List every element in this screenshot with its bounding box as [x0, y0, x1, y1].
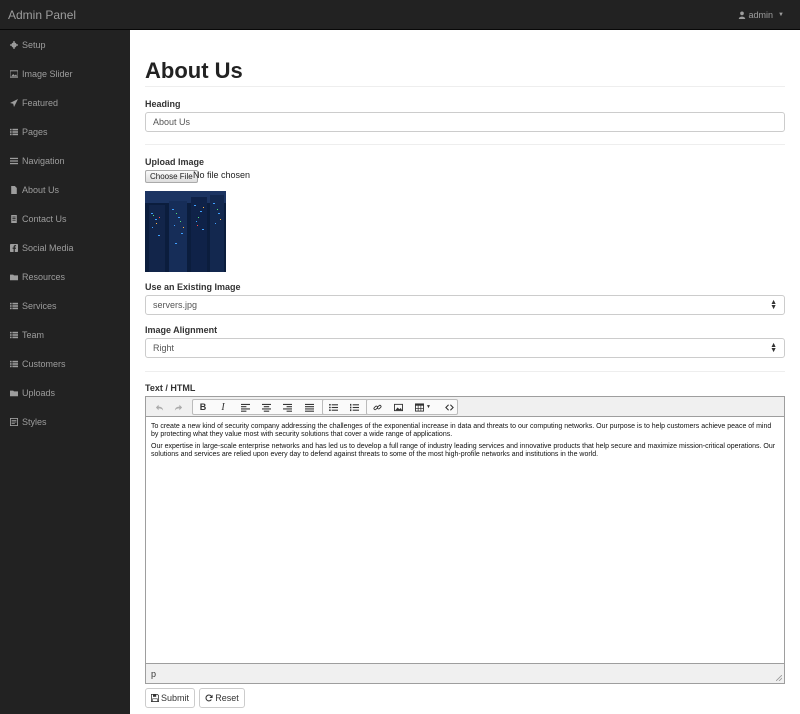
list-icon: [9, 330, 18, 339]
editor-toolbar: B I ▼: [146, 397, 784, 417]
rich-text-editor: B I ▼ To create a new kind of security c…: [145, 396, 785, 684]
existing-image-label: Use an Existing Image: [145, 282, 241, 292]
sidebar-item-contact-us[interactable]: Contact Us: [0, 204, 130, 233]
element-path[interactable]: p: [151, 669, 156, 679]
app-brand[interactable]: Admin Panel: [8, 8, 76, 22]
sidebar-item-about-us[interactable]: About Us: [0, 175, 130, 204]
sidebar-item-label: Team: [22, 329, 45, 340]
sidebar-item-featured[interactable]: Featured: [0, 88, 130, 117]
list-icon: [9, 359, 18, 368]
contact-icon: [9, 214, 18, 223]
sidebar-item-styles[interactable]: Styles: [0, 407, 130, 436]
sidebar-item-label: Customers: [22, 358, 66, 369]
editor-paragraph: To create a new kind of security company…: [151, 423, 772, 438]
sidebar-item-label: Featured: [22, 97, 59, 108]
divider: [145, 86, 785, 87]
sidebar-item-label: Setup: [22, 39, 46, 50]
sidebar-item-pages[interactable]: Pages: [0, 117, 130, 146]
existing-image-select[interactable]: servers.jpg ▲ ▼: [145, 295, 785, 315]
sidebar-item-navigation[interactable]: Navigation: [0, 146, 130, 175]
sidebar-item-label: Social Media: [22, 242, 74, 253]
send-icon: [9, 98, 18, 107]
sidebar-item-label: Pages: [22, 126, 48, 137]
list-icon: [9, 301, 18, 310]
sidebar-item-label: About Us: [22, 184, 60, 195]
facebook-icon: [9, 243, 18, 252]
upload-image-label: Upload Image: [145, 157, 205, 167]
page-title: About Us: [145, 58, 243, 83]
gear-icon: [9, 40, 18, 49]
stylesheet-icon: [9, 417, 18, 426]
top-navbar: Admin Panel admin ▼: [0, 0, 800, 30]
menu-icon: [9, 156, 18, 165]
list-icon: [9, 127, 18, 136]
sidebar-item-resources[interactable]: Resources: [0, 262, 130, 291]
folder-icon: [9, 272, 18, 281]
sidebar-item-setup[interactable]: Setup: [0, 30, 130, 59]
sidebar-item-image-slider[interactable]: Image Slider: [0, 59, 130, 88]
submit-button-label: Submit: [160, 693, 189, 703]
user-menu[interactable]: admin ▼: [738, 10, 784, 20]
file-icon: [9, 185, 18, 194]
divider: [145, 144, 785, 145]
folder-icon: [9, 388, 18, 397]
bold-icon[interactable]: B: [194, 399, 212, 415]
choose-file-button[interactable]: Choose File: [145, 170, 198, 183]
image-alignment-select[interactable]: Right ▲ ▼: [145, 338, 785, 358]
existing-image-value: servers.jpg: [153, 300, 198, 310]
align-left-icon[interactable]: [236, 399, 254, 415]
redo-icon[interactable]: [170, 399, 186, 415]
text-html-label: Text / HTML: [145, 383, 196, 393]
refresh-icon: [205, 694, 213, 702]
caret-down-icon: ▼: [426, 404, 431, 410]
image-thumbnail: [145, 191, 226, 272]
table-icon[interactable]: ▼: [410, 399, 436, 415]
heading-input[interactable]: About Us: [145, 112, 785, 132]
code-icon[interactable]: [440, 399, 458, 415]
sidebar-item-customers[interactable]: Customers: [0, 349, 130, 378]
sidebar-item-label: Services: [22, 300, 57, 311]
image-icon[interactable]: [389, 399, 407, 415]
sidebar-item-label: Contact Us: [22, 213, 67, 224]
file-status: No file chosen: [193, 170, 251, 180]
select-arrows-icon: ▲ ▼: [770, 299, 777, 311]
sidebar-item-label: Image Slider: [22, 68, 73, 79]
link-icon[interactable]: [368, 399, 386, 415]
sidebar-item-team[interactable]: Team: [0, 320, 130, 349]
reset-button-label: Reset: [215, 693, 239, 703]
save-icon: [150, 694, 159, 702]
sidebar-item-label: Uploads: [22, 387, 56, 398]
bullet-list-icon[interactable]: [324, 399, 342, 415]
editor-content[interactable]: To create a new kind of security company…: [151, 423, 779, 463]
sidebar-item-label: Resources: [22, 271, 66, 282]
sidebar-item-services[interactable]: Services: [0, 291, 130, 320]
align-center-icon[interactable]: [257, 399, 275, 415]
resize-handle-icon[interactable]: [776, 675, 782, 681]
italic-icon[interactable]: I: [214, 399, 232, 415]
sidebar-item-uploads[interactable]: Uploads: [0, 378, 130, 407]
user-icon: [738, 11, 745, 19]
align-right-icon[interactable]: [278, 399, 296, 415]
align-justify-icon[interactable]: [300, 399, 318, 415]
heading-label: Heading: [145, 99, 181, 109]
caret-down-icon: ▼: [778, 12, 784, 18]
reset-button[interactable]: Reset: [199, 688, 245, 708]
numbered-list-icon[interactable]: [345, 399, 363, 415]
sidebar: Setup Image Slider Featured Pages Naviga…: [0, 30, 130, 714]
divider: [145, 371, 785, 372]
sidebar-item-label: Styles: [22, 416, 47, 427]
sidebar-item-label: Navigation: [22, 155, 65, 166]
submit-button[interactable]: Submit: [145, 688, 195, 708]
user-name: admin: [748, 10, 774, 20]
picture-icon: [9, 69, 18, 78]
select-arrows-icon: ▲ ▼: [770, 342, 777, 354]
image-alignment-label: Image Alignment: [145, 325, 218, 335]
editor-statusbar: p: [146, 663, 784, 683]
editor-paragraph: Our expertise in large-scale enterprise …: [151, 443, 776, 458]
image-alignment-value: Right: [153, 343, 175, 353]
sidebar-item-social-media[interactable]: Social Media: [0, 233, 130, 262]
undo-icon[interactable]: [151, 399, 167, 415]
